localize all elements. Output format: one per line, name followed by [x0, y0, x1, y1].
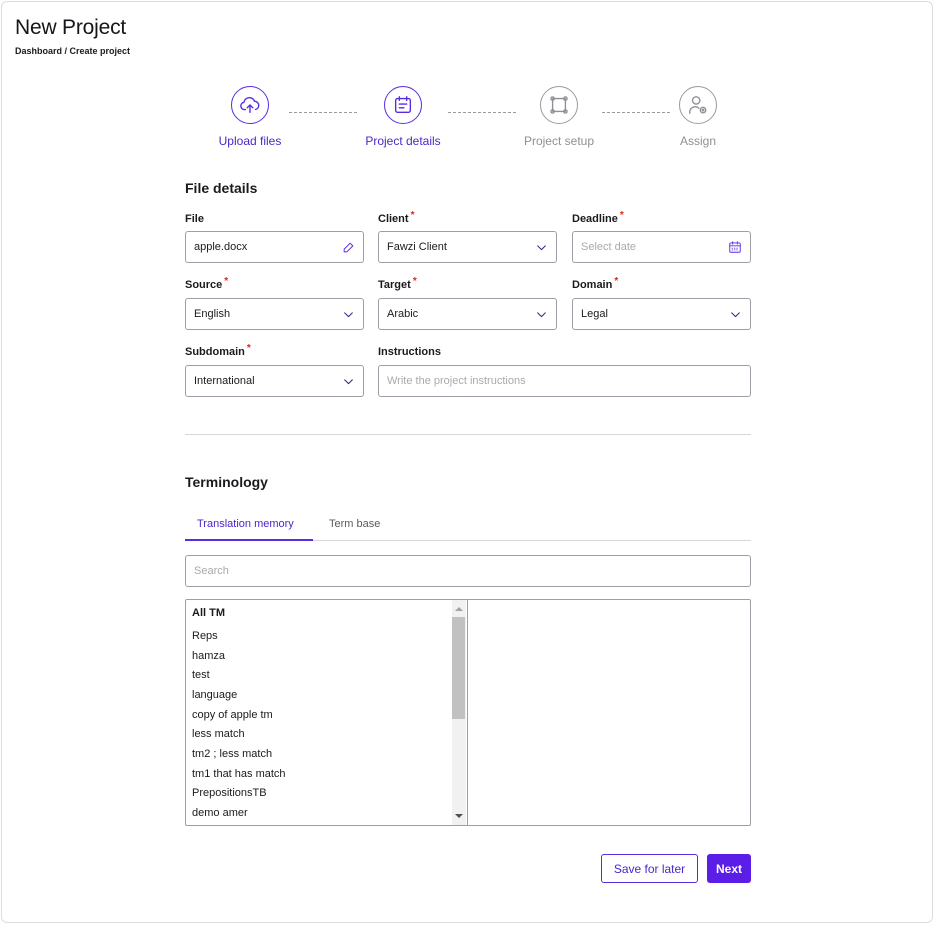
chevron-down-icon — [341, 307, 355, 321]
chevron-down-icon — [728, 307, 742, 321]
step-assign[interactable]: Assign — [643, 86, 753, 148]
save-for-later-button[interactable]: Save for later — [601, 854, 698, 883]
step-project-details[interactable]: Project details — [348, 86, 458, 148]
scrollbar-thumb[interactable] — [452, 617, 465, 719]
scroll-down-icon[interactable] — [452, 809, 466, 823]
instructions-label: Instructions — [378, 346, 441, 358]
next-button[interactable]: Next — [707, 854, 751, 883]
frame-icon — [540, 86, 578, 124]
source-value: English — [194, 308, 231, 320]
target-label: Target * — [378, 276, 417, 291]
list-item[interactable]: tm1 that has match — [192, 768, 286, 780]
instructions-input[interactable]: Write the project instructions — [378, 365, 751, 397]
instructions-placeholder: Write the project instructions — [387, 375, 526, 387]
step-upload-files[interactable]: Upload files — [195, 86, 305, 148]
deadline-placeholder: Select date — [581, 241, 637, 253]
domain-select[interactable]: Legal — [572, 298, 751, 330]
calendar-note-icon — [384, 86, 422, 124]
calendar-icon[interactable] — [728, 240, 742, 254]
chevron-down-icon — [534, 240, 548, 254]
step-label: Project setup — [523, 134, 595, 148]
list-item[interactable]: tm2 ; less match — [192, 748, 272, 760]
tm-list-panel: All TM Reps hamza test language copy of … — [185, 599, 751, 826]
active-tab-indicator — [185, 539, 313, 541]
step-label: Project details — [365, 134, 441, 148]
list-item[interactable]: Reps — [192, 630, 218, 642]
subdomain-value: International — [194, 375, 255, 387]
search-placeholder: Search — [194, 565, 229, 577]
list-item[interactable]: copy of apple tm — [192, 709, 273, 721]
chevron-down-icon — [341, 374, 355, 388]
list-item[interactable]: less match — [192, 728, 245, 740]
user-settings-icon — [679, 86, 717, 124]
file-details-title: File details — [185, 180, 258, 196]
client-select[interactable]: Fawzi Client — [378, 231, 557, 263]
section-divider — [185, 434, 751, 435]
tab-translation-memory[interactable]: Translation memory — [197, 518, 294, 530]
target-value: Arabic — [387, 308, 419, 320]
scroll-up-icon[interactable] — [452, 602, 466, 616]
target-select[interactable]: Arabic — [378, 298, 557, 330]
cloud-upload-icon — [231, 86, 269, 124]
file-label: File — [185, 213, 204, 225]
deadline-date-picker[interactable]: Select date — [572, 231, 751, 263]
tab-term-base[interactable]: Term base — [329, 518, 380, 530]
list-header-all-tm[interactable]: All TM — [192, 607, 225, 619]
page-title: New Project — [15, 16, 127, 39]
list-item[interactable]: test — [192, 669, 210, 681]
breadcrumb[interactable]: Dashboard / Create project — [15, 46, 130, 56]
source-select[interactable]: English — [185, 298, 364, 330]
pencil-icon[interactable] — [341, 240, 355, 254]
file-field[interactable]: apple.docx — [185, 231, 364, 263]
search-input[interactable]: Search — [185, 555, 751, 587]
step-label: Upload files — [218, 134, 282, 148]
file-value: apple.docx — [194, 241, 248, 253]
step-label: Assign — [679, 134, 717, 148]
domain-label: Domain * — [572, 276, 619, 291]
list-item[interactable]: hamza — [192, 650, 225, 662]
subdomain-select[interactable]: International — [185, 365, 364, 397]
domain-value: Legal — [581, 308, 608, 320]
list-item[interactable]: PrepositionsTB — [192, 787, 267, 799]
step-connector — [289, 112, 357, 113]
list-item[interactable]: language — [192, 689, 237, 701]
client-value: Fawzi Client — [387, 241, 447, 253]
subdomain-label: Subdomain * — [185, 343, 251, 358]
client-label: Client * — [378, 210, 415, 225]
step-project-setup[interactable]: Project setup — [504, 86, 614, 148]
deadline-label: Deadline * — [572, 210, 624, 225]
source-label: Source * — [185, 276, 229, 291]
list-item[interactable]: demo amer — [192, 807, 248, 819]
tm-list[interactable]: All TM Reps hamza test language copy of … — [186, 600, 468, 825]
chevron-down-icon — [534, 307, 548, 321]
terminology-title: Terminology — [185, 474, 268, 490]
